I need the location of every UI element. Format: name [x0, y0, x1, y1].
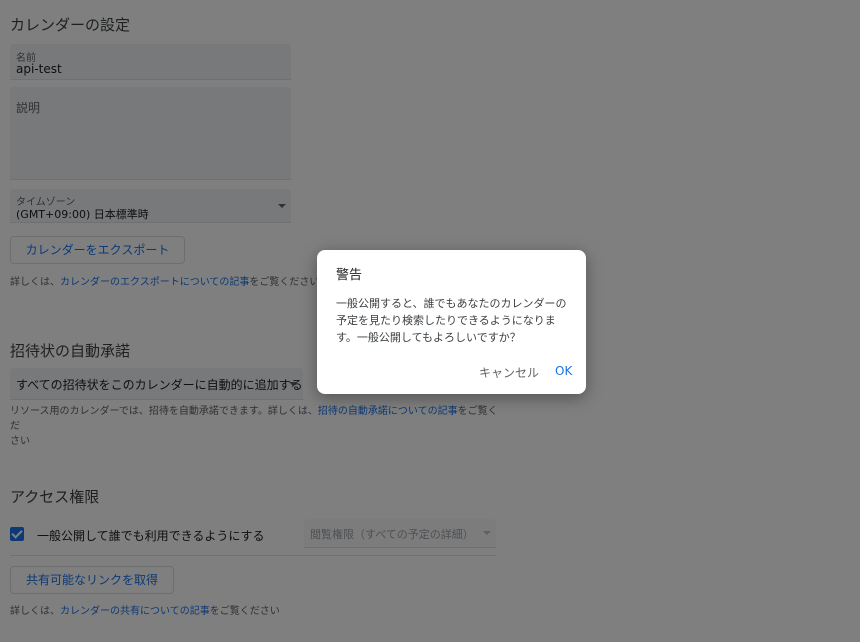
dialog-title: 警告 [336, 268, 363, 283]
cancel-button[interactable]: キャンセル [479, 364, 539, 381]
ok-button[interactable]: OK [555, 364, 572, 378]
warning-dialog: 警告 一般公開すると、誰でもあなたのカレンダーの予定を見たり検索したりできるよう… [317, 250, 586, 394]
dialog-body: 一般公開すると、誰でもあなたのカレンダーの予定を見たり検索したりできるようになり… [336, 297, 567, 344]
